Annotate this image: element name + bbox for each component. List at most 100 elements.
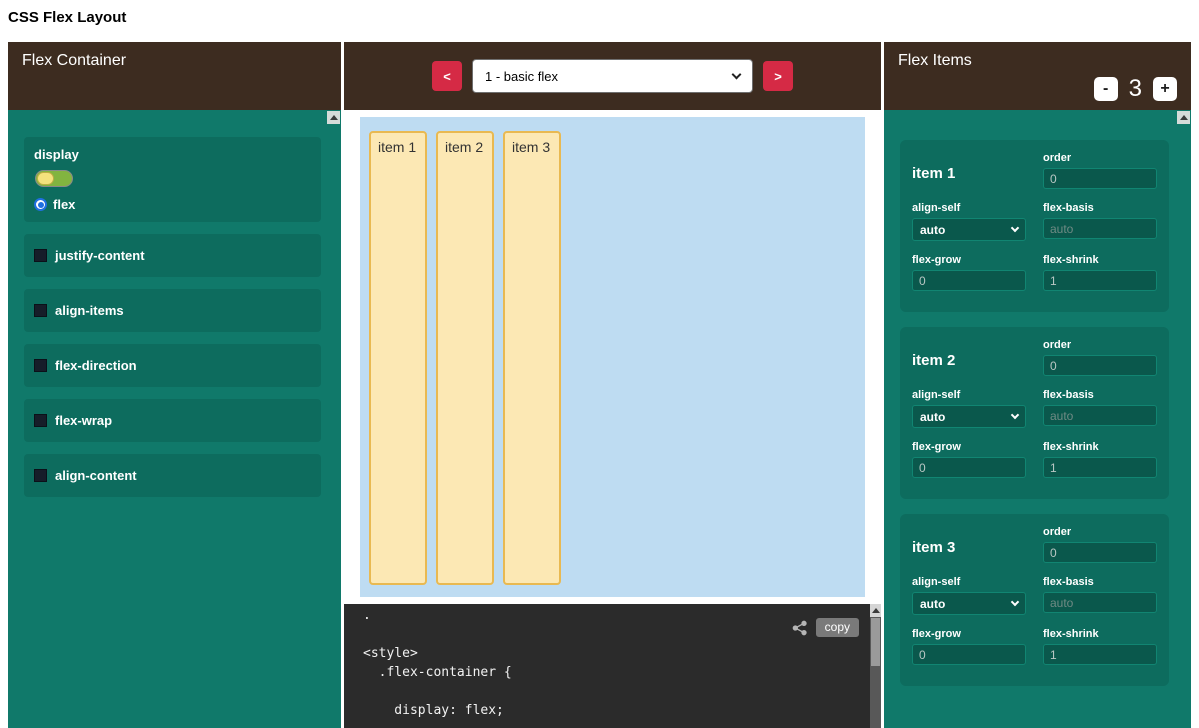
flex-wrap-checkbox[interactable] [34, 414, 47, 427]
order-label: order [1043, 339, 1157, 351]
flex-wrap-label: flex-wrap [55, 413, 112, 428]
align-self-label: align-self [912, 576, 1026, 588]
code-line: .flex-container { [363, 663, 512, 682]
align-content-checkbox[interactable] [34, 469, 47, 482]
flex-items-title: Flex Items [898, 52, 972, 69]
preview-item-3: item 3 [503, 131, 561, 585]
toggle-knob [37, 172, 54, 185]
item-card-title: item 2 [912, 339, 1026, 376]
align-self-value: auto [920, 223, 945, 237]
align-self-select[interactable]: auto [912, 592, 1026, 615]
flex-wrap-group: flex-wrap [24, 399, 321, 442]
align-self-field: align-self auto [912, 389, 1026, 428]
code-scrollbar[interactable] [870, 604, 881, 728]
scrollbar-thumb[interactable] [871, 618, 880, 666]
add-item-button[interactable]: + [1153, 77, 1177, 101]
align-content-group: align-content [24, 454, 321, 497]
flex-shrink-field: flex-shrink [1043, 628, 1157, 665]
flex-grow-label: flex-grow [912, 254, 1026, 266]
flex-basis-label: flex-basis [1043, 202, 1157, 214]
flex-basis-input[interactable] [1043, 592, 1157, 613]
flex-basis-field: flex-basis [1043, 202, 1157, 241]
example-select[interactable]: 1 - basic flex [472, 59, 753, 93]
flex-shrink-input[interactable] [1043, 270, 1157, 291]
code-line: display: flex; [363, 701, 512, 720]
scroll-up-arrow-icon[interactable] [1177, 111, 1190, 124]
flex-shrink-label: flex-shrink [1043, 628, 1157, 640]
justify-content-label: justify-content [55, 248, 145, 263]
flex-shrink-label: flex-shrink [1043, 254, 1157, 266]
flex-basis-field: flex-basis [1043, 389, 1157, 428]
item-card-title: item 3 [912, 526, 1026, 563]
scroll-up-arrow-icon[interactable] [327, 111, 340, 124]
flex-grow-input[interactable] [912, 270, 1026, 291]
display-group: display flex [24, 137, 321, 222]
order-input[interactable] [1043, 168, 1157, 189]
example-select-value: 1 - basic flex [485, 69, 558, 84]
flex-items-panel-header: Flex Items - 3 + [884, 42, 1191, 110]
remove-item-button[interactable]: - [1094, 77, 1118, 101]
flex-direction-label: flex-direction [55, 358, 137, 373]
flex-grow-input[interactable] [912, 644, 1026, 665]
display-toggle[interactable] [35, 170, 73, 187]
align-self-select[interactable]: auto [912, 405, 1026, 428]
flex-preview-container: item 1 item 2 item 3 [360, 117, 865, 597]
copy-button[interactable]: copy [816, 618, 859, 637]
flex-basis-input[interactable] [1043, 405, 1157, 426]
flex-grow-label: flex-grow [912, 628, 1026, 640]
flex-container-panel-header: Flex Container [8, 42, 341, 110]
flex-grow-input[interactable] [912, 457, 1026, 478]
flex-basis-label: flex-basis [1043, 576, 1157, 588]
code-line: . [363, 606, 512, 625]
chevron-down-icon [732, 69, 742, 79]
chevron-down-icon [1011, 224, 1019, 232]
display-label: display [34, 147, 311, 162]
align-self-field: align-self auto [912, 202, 1026, 241]
align-self-label: align-self [912, 202, 1026, 214]
order-input[interactable] [1043, 542, 1157, 563]
preview-item-2: item 2 [436, 131, 494, 585]
share-icon[interactable] [792, 620, 808, 636]
code-block: . <style> .flex-container { display: fle… [363, 606, 512, 720]
order-field: order [1043, 526, 1157, 563]
item-2-card: item 2 order align-self auto flex-basis [900, 327, 1169, 499]
flex-basis-label: flex-basis [1043, 389, 1157, 401]
chevron-down-icon [1011, 411, 1019, 419]
flex-shrink-field: flex-shrink [1043, 441, 1157, 478]
align-self-value: auto [920, 410, 945, 424]
flex-shrink-field: flex-shrink [1043, 254, 1157, 291]
flex-items-panel: Flex Items - 3 + item 1 order align-self [884, 42, 1191, 728]
flex-basis-field: flex-basis [1043, 576, 1157, 615]
order-label: order [1043, 526, 1157, 538]
code-line [363, 682, 512, 701]
flex-direction-checkbox[interactable] [34, 359, 47, 372]
chevron-down-icon [1011, 598, 1019, 606]
flex-shrink-input[interactable] [1043, 644, 1157, 665]
justify-content-group: justify-content [24, 234, 321, 277]
justify-content-checkbox[interactable] [34, 249, 47, 262]
align-items-label: align-items [55, 303, 124, 318]
scroll-up-arrow-icon[interactable] [870, 604, 881, 617]
order-label: order [1043, 152, 1157, 164]
prev-example-button[interactable]: < [432, 61, 462, 91]
next-example-button[interactable]: > [763, 61, 793, 91]
align-self-select[interactable]: auto [912, 218, 1026, 241]
preview-item-1: item 1 [369, 131, 427, 585]
align-content-label: align-content [55, 468, 137, 483]
align-self-field: align-self auto [912, 576, 1026, 615]
flex-grow-label: flex-grow [912, 441, 1026, 453]
flex-shrink-input[interactable] [1043, 457, 1157, 478]
flex-radio-label: flex [53, 197, 75, 212]
flex-container-panel-body: display flex justify-content align [8, 110, 341, 728]
page-title: CSS Flex Layout [8, 9, 126, 26]
item-3-card: item 3 order align-self auto flex-basis [900, 514, 1169, 686]
align-items-checkbox[interactable] [34, 304, 47, 317]
flex-basis-input[interactable] [1043, 218, 1157, 239]
align-self-value: auto [920, 597, 945, 611]
flex-shrink-label: flex-shrink [1043, 441, 1157, 453]
flex-radio[interactable] [34, 198, 47, 211]
order-input[interactable] [1043, 355, 1157, 376]
flex-direction-group: flex-direction [24, 344, 321, 387]
item-count: 3 [1129, 75, 1142, 103]
item-1-card: item 1 order align-self auto flex-basis [900, 140, 1169, 312]
